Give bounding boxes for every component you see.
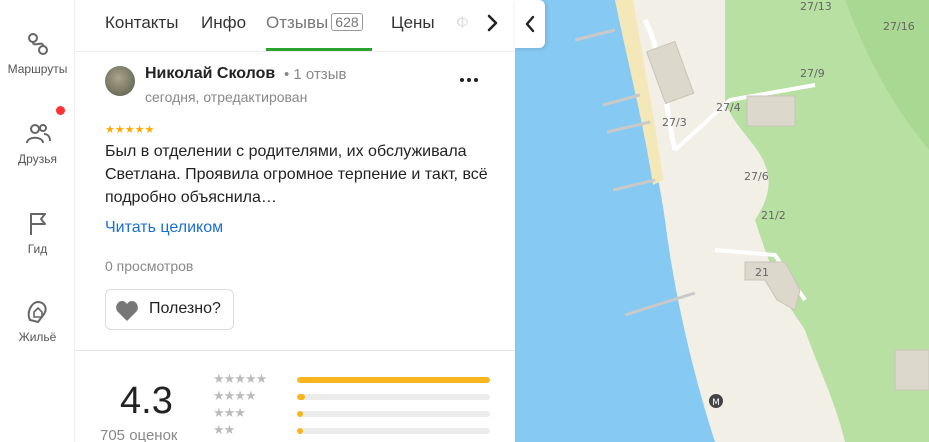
- dist-fill: [297, 377, 490, 383]
- collapse-panel-button[interactable]: [515, 0, 545, 48]
- heart-icon: [116, 301, 138, 321]
- dist-fill: [297, 394, 305, 400]
- chevron-right-icon[interactable]: [479, 10, 505, 36]
- review-author-meta: • 1 отзыв: [284, 66, 347, 83]
- dist-stars: ★★★: [213, 405, 246, 420]
- left-nav-rail: Маршруты Друзья Гид Жильё: [0, 0, 75, 442]
- dist-stars: ★★: [213, 422, 235, 437]
- housing-icon: [27, 300, 47, 324]
- dist-stars: ★★★★★: [213, 371, 267, 386]
- map-label: 27/9: [800, 67, 825, 80]
- useful-button[interactable]: Полезно?: [105, 289, 234, 330]
- active-tab-indicator: [266, 48, 372, 51]
- chevron-left-icon: [525, 15, 535, 33]
- review-text: Был в отделении с родителями, их обслужи…: [105, 143, 488, 206]
- rating-distribution-row-3[interactable]: ★★★: [213, 405, 493, 422]
- dist-bar: [297, 394, 490, 400]
- nav-label-routes: Маршруты: [7, 62, 68, 76]
- average-rating: 4.3: [120, 380, 173, 422]
- notification-dot: [56, 106, 65, 115]
- divider: [75, 350, 515, 351]
- map-label: 21/2: [761, 209, 786, 222]
- review-views: 0 просмотров: [105, 258, 194, 274]
- nav-label-guide: Гид: [27, 242, 48, 256]
- map[interactable]: М 27/13 27/16 27/9 27/4 27/3 27/6 21/2 2…: [515, 0, 929, 442]
- map-label: 27/3: [662, 116, 687, 129]
- tab-reviews[interactable]: Отзывы 628: [266, 13, 363, 33]
- nav-item-housing[interactable]: Жильё: [0, 298, 75, 344]
- nav-item-friends[interactable]: Друзья: [0, 120, 75, 166]
- tab-info[interactable]: Инфо: [201, 13, 246, 33]
- nav-item-routes[interactable]: Маршруты: [0, 30, 75, 76]
- avatar[interactable]: [105, 66, 135, 96]
- org-card-panel: Контакты Инфо Отзывы628 Цены Ф Николай С…: [75, 0, 515, 442]
- tab-contacts[interactable]: Контакты: [105, 13, 178, 33]
- rating-distribution-row-2[interactable]: ★★: [213, 422, 493, 439]
- guide-flag-icon: [29, 213, 46, 235]
- dist-bar: [297, 411, 490, 417]
- dist-bar: [297, 377, 490, 383]
- review-author[interactable]: Николай Сколов: [145, 65, 275, 83]
- map-label: 27/16: [883, 20, 915, 33]
- nav-item-guide[interactable]: Гид: [0, 210, 75, 256]
- rating-count: 705 оценок: [100, 427, 178, 442]
- map-label: 27/4: [716, 101, 741, 114]
- routes-icon: [27, 33, 48, 55]
- useful-label: Полезно?: [149, 300, 221, 317]
- metro-marker: М: [712, 398, 720, 408]
- dist-fill: [297, 411, 303, 417]
- review-rating-stars: ★★★★★: [105, 124, 155, 136]
- friends-icon: [25, 124, 51, 144]
- more-options-icon[interactable]: [458, 72, 480, 88]
- dist-fill: [297, 428, 303, 434]
- review-date: сегодня, отредактирован: [145, 89, 308, 105]
- map-label: 27/6: [744, 170, 769, 183]
- dist-bar: [297, 428, 490, 434]
- map-label: 21: [755, 266, 769, 279]
- nav-label-housing: Жильё: [18, 330, 57, 344]
- tab-prices[interactable]: Цены: [391, 13, 435, 33]
- map-label: 27/13: [800, 0, 832, 13]
- rating-distribution-row-4[interactable]: ★★★★: [213, 388, 493, 405]
- reviews-count-badge: 628: [331, 13, 363, 31]
- tab-bar: Контакты Инфо Отзывы628 Цены Ф: [75, 0, 515, 52]
- nav-label-friends: Друзья: [18, 152, 57, 166]
- map-canvas: М: [574, 0, 929, 442]
- dist-stars: ★★★★: [213, 388, 257, 403]
- read-more-link[interactable]: Читать целиком: [105, 219, 223, 237]
- rating-distribution-row-5[interactable]: ★★★★★: [213, 371, 493, 388]
- tab-reviews-label: Отзывы: [266, 13, 329, 32]
